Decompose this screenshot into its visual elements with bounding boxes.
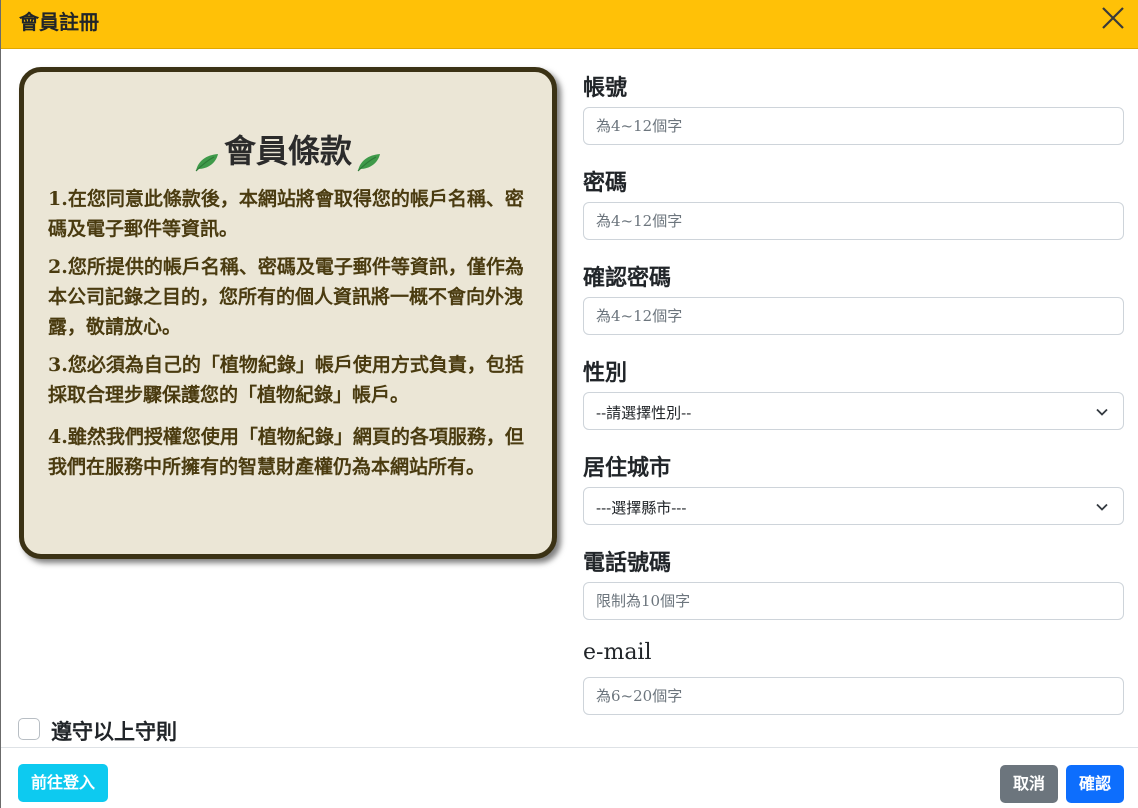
gender-select[interactable]: --請選擇性別-- bbox=[583, 392, 1124, 430]
city-label: 居住城市 bbox=[583, 455, 672, 481]
terms-list: 1.在您同意此條款後，本網站將會取得您的帳戶名稱、密碼及電子郵件等資訊。 2.您… bbox=[48, 184, 536, 490]
terms-card: 會員條款 1.在您同意此條款後，本網站將會取得您的帳戶名稱、密碼及電子郵件等資訊… bbox=[19, 67, 557, 559]
cancel-button[interactable]: 取消 bbox=[1000, 765, 1058, 803]
leaf-icon bbox=[194, 143, 220, 171]
agree-checkbox[interactable] bbox=[18, 718, 40, 740]
confirm-password-input[interactable] bbox=[583, 297, 1124, 335]
modal-header: 會員註冊 bbox=[1, 0, 1138, 49]
go-login-button[interactable]: 前往登入 bbox=[18, 764, 108, 802]
confirm-password-label: 確認密碼 bbox=[583, 265, 672, 291]
confirm-button[interactable]: 確認 bbox=[1066, 765, 1124, 803]
leaf-icon bbox=[356, 143, 382, 171]
phone-label: 電話號碼 bbox=[583, 550, 672, 576]
term-item: 4.雖然我們授權您使用「植物紀錄」網頁的各項服務，但我們在服務中所擁有的智慧財產… bbox=[48, 426, 524, 478]
gender-label: 性別 bbox=[583, 360, 628, 386]
chevron-down-icon bbox=[1096, 408, 1108, 416]
account-input[interactable] bbox=[583, 107, 1124, 145]
account-label: 帳號 bbox=[583, 75, 628, 101]
password-input[interactable] bbox=[583, 202, 1124, 240]
email-label: e-mail bbox=[583, 640, 652, 665]
chevron-down-icon bbox=[1096, 503, 1108, 511]
phone-input[interactable] bbox=[583, 582, 1124, 620]
term-item: 1.在您同意此條款後，本網站將會取得您的帳戶名稱、密碼及電子郵件等資訊。 bbox=[48, 188, 524, 240]
terms-title: 會員條款 bbox=[223, 132, 352, 170]
close-icon[interactable] bbox=[1097, 4, 1129, 32]
city-selected: ---選擇縣市--- bbox=[596, 499, 687, 517]
terms-heading: 會員條款 bbox=[24, 126, 552, 172]
register-modal: 會員註冊 會員條款 1.在您同意此條款後，本網站將會取得您的帳戶名稱、密碼及電子… bbox=[0, 0, 1138, 808]
modal-title: 會員註冊 bbox=[19, 10, 99, 34]
agree-label: 遵守以上守則 bbox=[51, 719, 177, 744]
term-item: 2.您所提供的帳戶名稱、密碼及電子郵件等資訊，僅作為本公司記錄之目的，您所有的個… bbox=[48, 256, 524, 338]
password-label: 密碼 bbox=[583, 170, 628, 196]
gender-selected: --請選擇性別-- bbox=[596, 404, 692, 422]
footer-divider bbox=[1, 747, 1138, 748]
term-item: 3.您必須為自己的「植物紀錄」帳戶使用方式負責，包括採取合理步驟保護您的「植物紀… bbox=[48, 354, 524, 406]
city-select[interactable]: ---選擇縣市--- bbox=[583, 487, 1124, 525]
email-input[interactable] bbox=[583, 677, 1124, 715]
